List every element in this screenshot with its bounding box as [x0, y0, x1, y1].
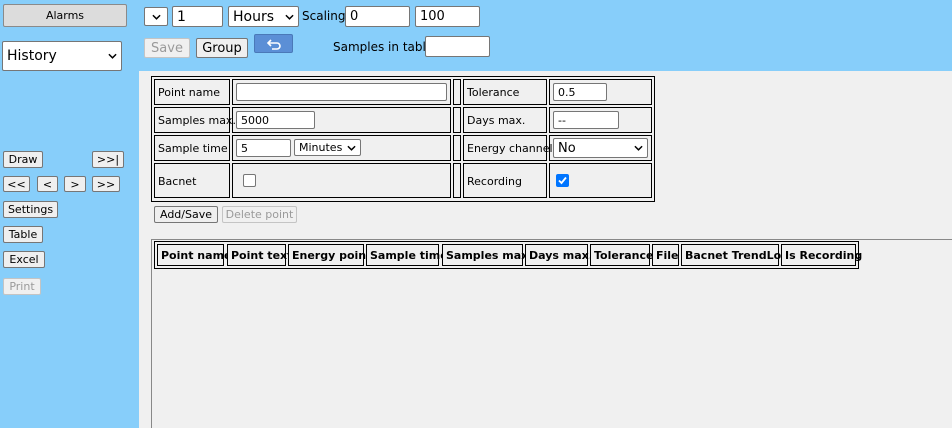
forward-button[interactable]: >> — [92, 176, 120, 192]
recording-checkbox[interactable] — [556, 174, 569, 187]
chevron-down-icon — [634, 145, 643, 151]
column-header-bacnet-trendlog: Bacnet TrendLog — [681, 244, 789, 266]
tolerance-label: Tolerance — [467, 86, 520, 99]
energy-channel-select[interactable]: No — [553, 138, 648, 158]
alarms-button[interactable]: Alarms — [3, 4, 127, 27]
chevron-down-icon — [108, 53, 117, 59]
samples-max-label: Samples max. — [158, 114, 236, 127]
period-value-input[interactable]: 1 — [172, 6, 223, 27]
form-divider — [453, 163, 461, 198]
excel-button[interactable]: Excel — [3, 251, 45, 268]
column-header-sample-time: Sample time — [366, 244, 448, 266]
samples-max-input[interactable]: 5000 — [236, 111, 315, 129]
print-button[interactable]: Print — [3, 278, 41, 295]
undo-icon — [266, 38, 281, 50]
undo-button[interactable] — [254, 34, 293, 53]
point-name-input[interactable] — [236, 83, 447, 101]
scaling-min-input[interactable]: 0 — [345, 6, 410, 27]
bacnet-label: Bacnet — [158, 175, 197, 188]
save-button[interactable]: Save — [144, 38, 190, 58]
period-unit-value: Hours — [233, 8, 275, 25]
chevron-down-icon — [151, 14, 161, 20]
table-button[interactable]: Table — [3, 226, 43, 243]
days-max-input[interactable]: -- — [553, 111, 619, 129]
group-button[interactable]: Group — [196, 38, 248, 58]
form-divider — [453, 135, 461, 161]
tolerance-input[interactable]: 0.5 — [553, 83, 607, 101]
prev-button[interactable]: < — [37, 176, 58, 192]
energy-channel-value: No — [558, 140, 576, 156]
samples-in-table-label: Samples in table — [333, 40, 434, 54]
view-select-value: History — [7, 48, 57, 64]
column-header-tolerance: Tolerance — [590, 244, 654, 266]
energy-channel-label: Energy channel — [467, 142, 553, 155]
column-header-energy-point: Energy point — [288, 244, 371, 266]
sample-time-unit-select[interactable]: Minutes — [294, 139, 361, 156]
last-button[interactable]: >>| — [92, 151, 124, 168]
scaling-label: Scaling — [302, 9, 346, 23]
column-header-samples-max: Samples max. — [442, 244, 532, 266]
recording-label: Recording — [467, 175, 523, 188]
period-dropdown[interactable] — [144, 7, 168, 26]
next-button[interactable]: > — [64, 176, 86, 192]
bacnet-checkbox[interactable] — [243, 174, 256, 187]
period-unit-select[interactable]: Hours — [228, 6, 299, 27]
view-select[interactable]: History — [2, 41, 122, 71]
checkmark-icon — [558, 176, 567, 185]
scaling-max-input[interactable]: 100 — [415, 6, 480, 27]
draw-button[interactable]: Draw — [3, 151, 43, 168]
days-max-label: Days max. — [467, 114, 526, 127]
sample-time-label: Sample time — [158, 142, 228, 155]
sample-time-input[interactable]: 5 — [236, 139, 291, 157]
settings-button[interactable]: Settings — [3, 201, 58, 218]
first-button[interactable]: << — [3, 176, 30, 192]
column-header-point-name: Point name — [157, 244, 232, 266]
chevron-down-icon — [285, 14, 294, 20]
add-save-button[interactable]: Add/Save — [154, 206, 218, 223]
samples-in-table-input[interactable] — [425, 36, 490, 57]
column-header-file: File — [652, 244, 679, 266]
column-header-days-max: Days max. — [525, 244, 593, 266]
form-divider — [453, 79, 461, 105]
delete-point-button[interactable]: Delete point — [222, 206, 297, 223]
point-name-label: Point name — [158, 86, 221, 99]
column-header-point-text: Point text — [227, 244, 292, 266]
column-header-is-recording: Is Recording — [781, 244, 862, 266]
form-divider — [453, 107, 461, 133]
bacnet-value-cell — [232, 163, 451, 198]
chevron-down-icon — [347, 145, 356, 151]
sample-time-unit-value: Minutes — [299, 141, 343, 154]
